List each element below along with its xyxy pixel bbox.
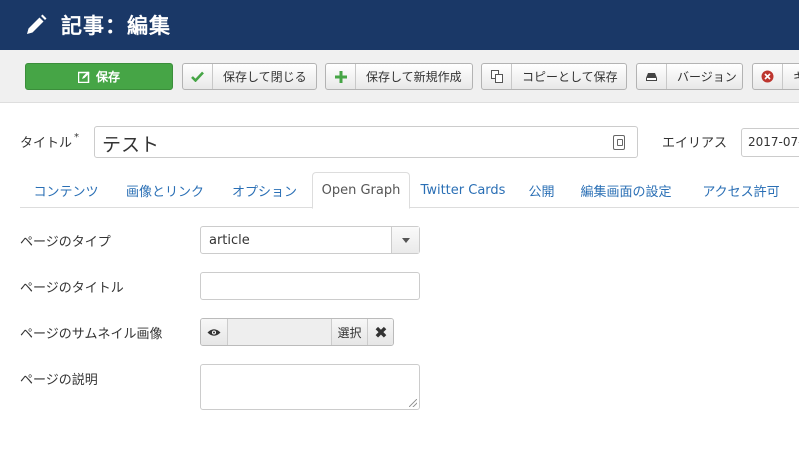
save-as-copy-button[interactable]: コピーとして保存 [481,63,627,90]
check-icon [183,64,213,89]
title-input-value: テスト [102,134,160,156]
og-type-select[interactable]: article [200,226,420,254]
save-and-new-label: 保存して新規作成 [366,70,462,84]
og-description-label: ページの説明 [20,373,98,388]
copy-icon [482,64,512,89]
resize-grip-icon[interactable] [409,399,417,407]
select-image-button[interactable]: 選択 [331,319,368,345]
title-input[interactable]: テスト [94,126,638,158]
close-label: キ [783,68,799,85]
clear-image-button[interactable]: ✖ [368,319,393,345]
page-title: 記事：編集 [61,14,171,38]
archive-icon [637,64,667,89]
og-title-input[interactable] [200,272,420,300]
close-circle-icon [753,64,783,89]
versions-button[interactable]: バージョン [636,63,743,90]
plus-icon [326,64,356,89]
og-title-label: ページのタイトル [20,281,124,296]
save-button[interactable]: 保存 [25,63,173,90]
save-button-label: 保存 [95,70,120,84]
toolbar: 保存 保存して閉じる 保存して新規作成 コピーとして保存 バージョン キ [0,50,799,103]
tab-open-graph[interactable]: Open Graph [312,172,410,209]
og-image-label: ページのサムネイル画像 [20,327,163,342]
page-header: 記事：編集 [0,0,799,50]
alias-input[interactable]: 2017-07- [741,128,799,157]
tab-publishing[interactable]: 公開 [514,172,569,208]
og-image-field: 選択 ✖ [200,318,394,346]
tab-images-links[interactable]: 画像とリンク [112,172,218,208]
tab-editor-config[interactable]: 編集画面の設定 [569,172,683,208]
pencil-icon [24,13,48,37]
title-label-text: タイトル [20,136,73,151]
edit-icon [77,71,90,83]
save-and-new-button[interactable]: 保存して新規作成 [325,63,473,90]
required-mark: * [74,132,80,143]
document-icon [613,135,625,150]
tab-permissions[interactable]: アクセス許可 [683,172,799,208]
eye-icon[interactable] [201,319,228,345]
versions-label: バージョン [677,70,737,84]
tab-twitter-cards[interactable]: Twitter Cards [412,172,514,208]
save-and-close-label: 保存して閉じる [223,70,307,84]
close-button[interactable]: キ [752,63,799,90]
tab-content[interactable]: コンテンツ [20,172,112,208]
chevron-down-icon[interactable] [391,227,419,253]
tab-options[interactable]: オプション [218,172,311,208]
alias-label: エイリアス [662,136,728,151]
title-label: タイトル * [20,132,79,151]
save-as-copy-label: コピーとして保存 [522,70,618,84]
image-path-field [228,319,331,345]
og-type-label: ページのタイプ [20,235,111,250]
tab-bar: コンテンツ 画像とリンク オプション Open Graph Twitter Ca… [20,172,799,209]
og-description-textarea[interactable] [200,364,420,410]
save-and-close-button[interactable]: 保存して閉じる [182,63,317,90]
og-type-value: article [209,233,250,248]
